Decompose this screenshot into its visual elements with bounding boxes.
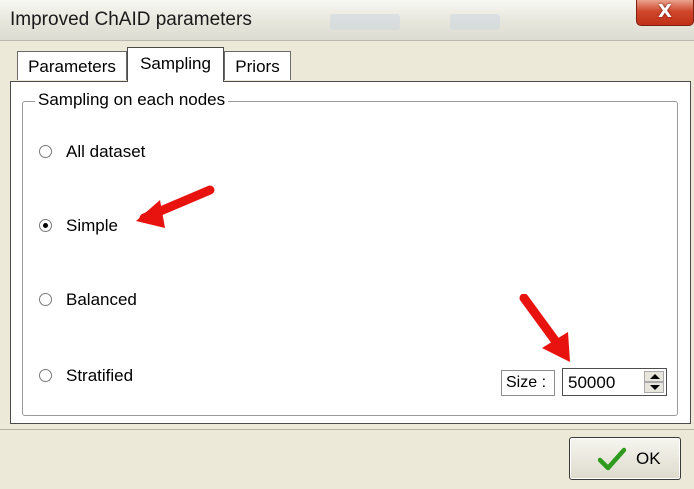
close-button[interactable]: X [636,0,694,26]
radio-label: Stratified [66,366,134,385]
tab-label: Priors [235,57,280,76]
spin-up-button[interactable] [644,371,664,382]
background-blur [330,14,400,30]
spin-down-button[interactable] [644,382,664,393]
size-value[interactable]: 50000 [568,373,615,393]
radio-button[interactable] [39,369,52,382]
tab-label: Sampling [140,54,211,73]
divider [0,429,694,430]
radio-label: All dataset [66,142,146,161]
radio-label: Simple [66,216,118,235]
tab-sampling[interactable]: Sampling [127,47,224,82]
radio-button[interactable] [39,219,52,232]
group-title: Sampling on each nodes [35,90,229,110]
radio-button[interactable] [39,145,52,158]
check-icon [598,447,626,471]
close-icon: X [658,1,672,22]
tab-label: Parameters [28,57,116,76]
window-title: Improved ChAID parameters [10,9,252,30]
size-input[interactable]: 50000 [562,368,667,396]
spin-arrows-icon[interactable] [644,371,664,393]
ok-label: OK [636,449,661,468]
radio-label: Balanced [66,290,137,309]
annotation-arrow [136,185,215,228]
tab-parameters[interactable]: Parameters [17,51,127,80]
annotation-arrow [519,294,570,362]
radio-button[interactable] [39,293,52,306]
radio-selected-dot [43,223,48,228]
size-label: Size : [501,370,555,396]
ok-button[interactable]: OK [569,437,681,480]
dialog-window: Improved ChAID parameters X Parameters S… [0,0,694,489]
tab-priors[interactable]: Priors [224,51,291,80]
title-bar[interactable]: Improved ChAID parameters X [0,0,694,41]
background-blur [450,14,500,30]
